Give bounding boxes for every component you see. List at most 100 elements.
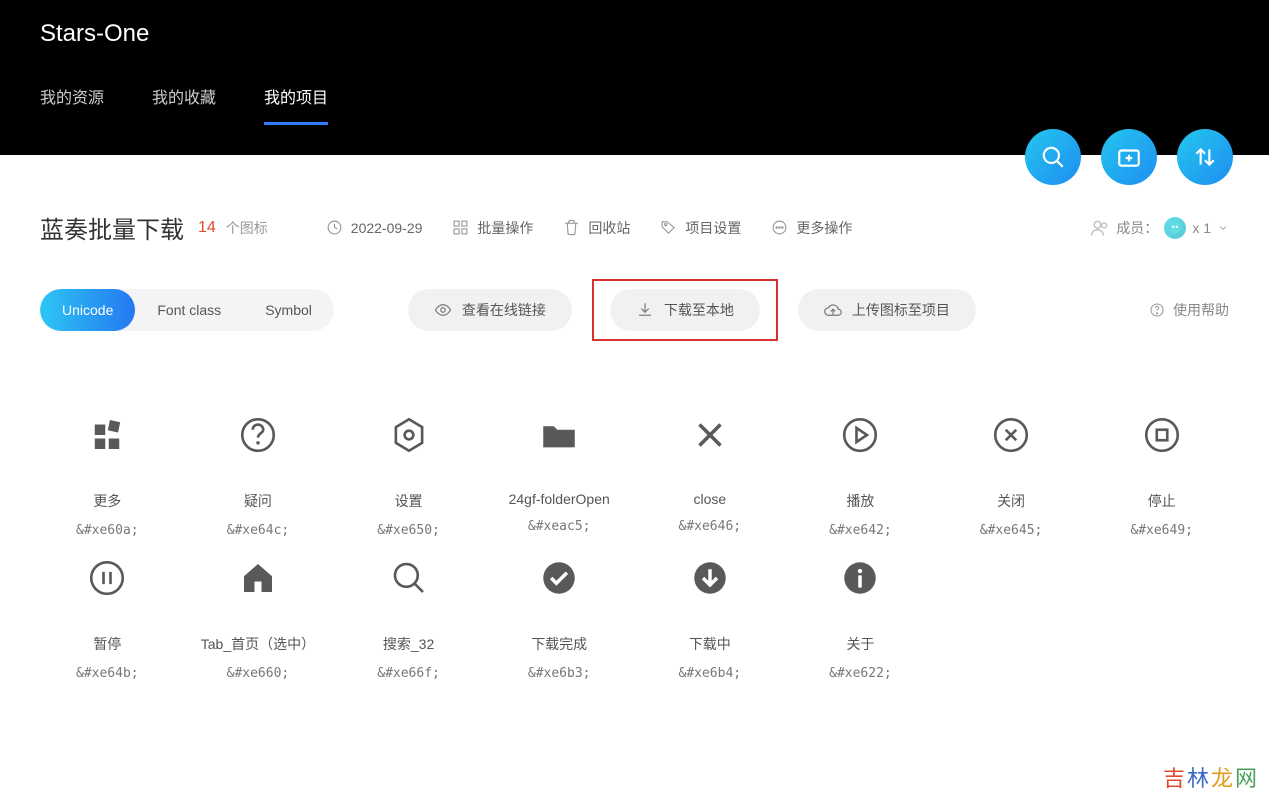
stop-icon xyxy=(1138,411,1186,459)
icon-code: &#xe66f; xyxy=(377,666,440,681)
header: Stars-One 我的资源 我的收藏 我的项目 xyxy=(0,0,1269,155)
recycle-label: 回收站 xyxy=(588,218,630,238)
icon-count-label: 个图标 xyxy=(226,218,268,238)
avatar-icon xyxy=(1168,221,1182,235)
icon-item[interactable]: 下载完成 &#xe6b3; xyxy=(484,554,635,681)
batch-label: 批量操作 xyxy=(477,218,533,238)
date-text: 2022-09-29 xyxy=(351,220,423,236)
icon-item[interactable]: 搜索_32 &#xe66f; xyxy=(333,554,484,681)
info-icon xyxy=(836,554,884,602)
xcircle-icon xyxy=(987,411,1035,459)
nav-tab-0[interactable]: 我的资源 xyxy=(40,84,104,125)
icon-grid: 更多 &#xe60a; 疑问 &#xe64c; 设置 &#xe650; 24gf-folde… xyxy=(0,341,1269,711)
more-label: 更多操作 xyxy=(796,218,852,238)
pause-icon xyxy=(83,554,131,602)
check-icon xyxy=(535,554,583,602)
sort-icon xyxy=(1192,144,1218,170)
icon-name: 停止 xyxy=(1148,491,1176,511)
icon-item[interactable]: 更多 &#xe60a; xyxy=(32,411,183,538)
watermark: 吉 林 龙 网 xyxy=(1163,761,1257,793)
help-icon xyxy=(1149,302,1165,318)
icon-code: &#xe6b4; xyxy=(679,666,742,681)
icon-code: &#xe650; xyxy=(377,523,440,538)
members-icon xyxy=(1090,218,1110,238)
settings-icon xyxy=(385,411,433,459)
action-bar: UnicodeFont classSymbol 查看在线链接 下载至本地 上传图… xyxy=(0,245,1269,341)
avatar xyxy=(1164,217,1186,239)
icon-name: 搜索_32 xyxy=(383,634,434,654)
icon-item[interactable]: 停止 &#xe649; xyxy=(1086,411,1237,538)
view-online-label: 查看在线链接 xyxy=(462,300,546,320)
icon-item[interactable]: 24gf-folderOpen &#xeac5; xyxy=(484,411,635,538)
more-ops[interactable]: 更多操作 xyxy=(771,218,852,238)
download-icon xyxy=(636,301,654,319)
icon-code: &#xe645; xyxy=(980,523,1043,538)
seg-item-unicode[interactable]: Unicode xyxy=(40,289,135,331)
members[interactable]: 成员： x 1 xyxy=(1090,217,1229,239)
question-icon xyxy=(234,411,282,459)
icon-item[interactable]: Tab_首页（选中） &#xe660; xyxy=(183,554,334,681)
nav-tab-1[interactable]: 我的收藏 xyxy=(152,84,216,125)
icon-name: 疑问 xyxy=(244,491,272,511)
icon-item[interactable]: 播放&#xe642; xyxy=(785,411,936,538)
icon-code: &#xe646; xyxy=(679,519,742,534)
sort-fab[interactable] xyxy=(1177,129,1233,185)
icon-name: 下载中 xyxy=(689,634,731,654)
icon-code: &#xe64b; xyxy=(76,666,139,681)
icon-name: Tab_首页（选中） xyxy=(201,634,315,654)
eye-icon xyxy=(434,301,452,319)
icon-item[interactable]: 关于 &#xe622; xyxy=(785,554,936,681)
icon-name: close xyxy=(693,491,726,507)
seg-item-symbol[interactable]: Symbol xyxy=(243,289,334,331)
members-label: 成员： xyxy=(1116,218,1158,238)
batch-ops[interactable]: 批量操作 xyxy=(452,218,533,238)
icon-item[interactable]: 设置 &#xe650; xyxy=(333,411,484,538)
x-icon xyxy=(686,411,734,459)
icon-name: 播放 xyxy=(846,491,874,511)
icon-name: 关于 xyxy=(846,634,874,654)
search-fab[interactable] xyxy=(1025,129,1081,185)
search-icon xyxy=(385,554,433,602)
icon-item[interactable]: 关闭 &#xe645; xyxy=(936,411,1087,538)
icon-code: &#xe64c; xyxy=(227,523,290,538)
nav-tabs: 我的资源 我的收藏 我的项目 xyxy=(40,84,1229,125)
seg-item-font-class[interactable]: Font class xyxy=(135,289,243,331)
icon-item[interactable]: close &#xe646; xyxy=(635,411,786,538)
icon-code: &#xeac5; xyxy=(528,519,591,534)
icon-code: &#xe622; xyxy=(829,666,892,681)
project-date: 2022-09-29 xyxy=(326,219,423,236)
trash-icon xyxy=(563,219,580,236)
help-link[interactable]: 使用帮助 xyxy=(1149,300,1229,320)
download-local-label: 下载至本地 xyxy=(664,300,734,320)
icon-code: &#xe660; xyxy=(227,666,290,681)
upload-label: 上传图标至项目 xyxy=(852,300,950,320)
icon-name: 24gf-folderOpen xyxy=(509,491,610,507)
download-local-button[interactable]: 下载至本地 xyxy=(610,289,760,331)
icon-item[interactable]: 暂停&#xe64b; xyxy=(32,554,183,681)
icon-name: 设置 xyxy=(395,491,423,511)
brand-name: Stars-One xyxy=(40,20,1229,48)
download-icon xyxy=(686,554,734,602)
more-icon xyxy=(771,219,788,236)
folder-icon xyxy=(535,411,583,459)
more-icon xyxy=(83,411,131,459)
new-folder-fab[interactable] xyxy=(1101,129,1157,185)
cloud-upload-icon xyxy=(824,301,842,319)
project-settings[interactable]: 项目设置 xyxy=(660,218,741,238)
nav-tab-2[interactable]: 我的项目 xyxy=(264,84,328,125)
view-online-button[interactable]: 查看在线链接 xyxy=(408,289,572,331)
icon-code: &#xe649; xyxy=(1130,523,1193,538)
download-highlight-box: 下载至本地 xyxy=(592,279,778,341)
icon-item[interactable]: 下载中 &#xe6b4; xyxy=(635,554,786,681)
tag-icon xyxy=(660,219,677,236)
icon-name: 更多 xyxy=(93,491,121,511)
icon-code: &#xe60a; xyxy=(76,523,139,538)
format-segment: UnicodeFont classSymbol xyxy=(40,289,334,331)
upload-button[interactable]: 上传图标至项目 xyxy=(798,289,976,331)
icon-code: &#xe6b3; xyxy=(528,666,591,681)
icon-name: 关闭 xyxy=(997,491,1025,511)
icon-count: 14 xyxy=(198,219,216,237)
recycle-bin[interactable]: 回收站 xyxy=(563,218,630,238)
icon-name: 下载完成 xyxy=(531,634,587,654)
icon-item[interactable]: 疑问 &#xe64c; xyxy=(183,411,334,538)
